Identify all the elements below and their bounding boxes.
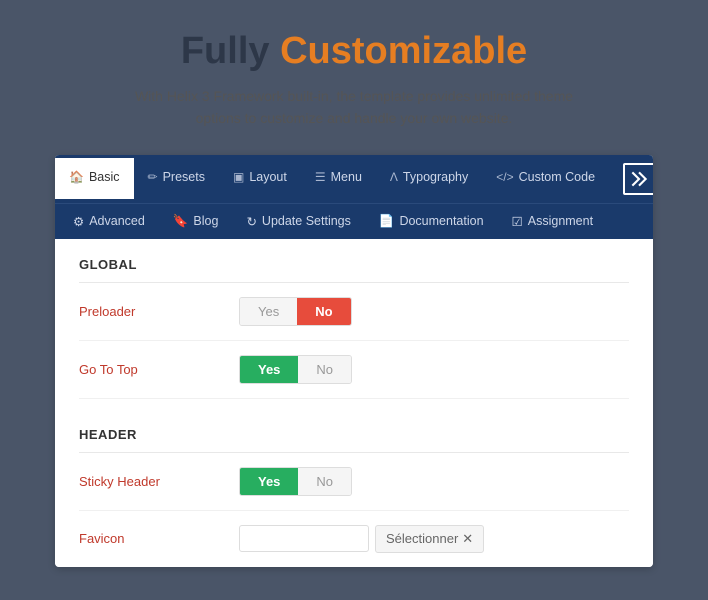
tab-menu[interactable]: ☰ Menu — [301, 158, 376, 199]
nav-top: 🏠 Basic ✏ Presets ▣ Layout ☰ Menu Λ Typo… — [55, 155, 653, 203]
helix-logo: HELIX3 FRAMEWORK — [609, 155, 653, 203]
typography-icon: Λ — [390, 170, 398, 184]
favicon-select-label: Sélectionner — [386, 531, 458, 546]
tab-typography[interactable]: Λ Typography — [376, 158, 482, 199]
go-to-top-row: Go To Top Yes No — [79, 341, 629, 399]
chevron-down-icon: ✕ — [462, 531, 473, 547]
gear-icon: ⚙ — [73, 214, 84, 229]
tab-basic[interactable]: 🏠 Basic — [55, 158, 134, 199]
hero-title: Fully Customizable — [20, 30, 688, 73]
sticky-header-label: Sticky Header — [79, 474, 239, 489]
header-section-title: HEADER — [79, 427, 629, 453]
helix-logo-icon — [623, 163, 653, 195]
sticky-header-row: Sticky Header Yes No — [79, 453, 629, 511]
tab-presets[interactable]: ✏ Presets — [134, 158, 219, 199]
sticky-header-yes-button[interactable]: Yes — [240, 468, 298, 495]
menu-icon: ☰ — [315, 170, 326, 184]
go-to-top-label: Go To Top — [79, 362, 239, 377]
tab-update-settings[interactable]: ↻ Update Settings — [232, 204, 364, 239]
doc-icon: 📄 — [379, 214, 395, 229]
preloader-row: Preloader Yes No — [79, 283, 629, 341]
monitor-icon: ▣ — [233, 170, 244, 184]
preloader-label: Preloader — [79, 304, 239, 319]
code-icon: </> — [496, 170, 513, 184]
pencil-icon: ✏ — [148, 170, 158, 184]
content-area: GLOBAL Preloader Yes No Go To Top Yes No… — [55, 239, 653, 567]
home-icon: 🏠 — [69, 170, 84, 184]
nav-bottom: ⚙ Advanced 🔖 Blog ↻ Update Settings 📄 Do… — [55, 203, 653, 239]
tab-blog[interactable]: 🔖 Blog — [159, 204, 233, 239]
header-section: HEADER Sticky Header Yes No Favicon Séle… — [55, 409, 653, 567]
tab-documentation[interactable]: 📄 Documentation — [365, 204, 498, 239]
tab-assignment[interactable]: ☑ Assignment — [498, 204, 608, 239]
tab-layout[interactable]: ▣ Layout — [219, 158, 301, 199]
preloader-no-button[interactable]: No — [297, 298, 350, 325]
preloader-toggle: Yes No — [239, 297, 352, 326]
main-panel: 🏠 Basic ✏ Presets ▣ Layout ☰ Menu Λ Typo… — [55, 155, 653, 567]
check-icon: ☑ — [512, 214, 523, 229]
hero-title-highlight: Customizable — [280, 30, 527, 72]
hero-title-normal: Fully — [181, 30, 270, 72]
favicon-select-button[interactable]: Sélectionner ✕ — [375, 525, 484, 553]
favicon-row: Favicon Sélectionner ✕ — [79, 511, 629, 567]
nav-top-items: 🏠 Basic ✏ Presets ▣ Layout ☰ Menu Λ Typo… — [55, 158, 609, 199]
go-to-top-yes-button[interactable]: Yes — [240, 356, 298, 383]
bookmark-icon: 🔖 — [173, 214, 189, 229]
tab-advanced[interactable]: ⚙ Advanced — [59, 204, 159, 239]
go-to-top-toggle: Yes No — [239, 355, 352, 384]
tab-custom-code[interactable]: </> Custom Code — [482, 158, 609, 199]
preloader-yes-button[interactable]: Yes — [240, 298, 297, 325]
global-section: GLOBAL Preloader Yes No Go To Top Yes No — [55, 239, 653, 399]
go-to-top-no-button[interactable]: No — [298, 356, 351, 383]
global-section-title: GLOBAL — [79, 257, 629, 283]
sticky-header-toggle: Yes No — [239, 467, 352, 496]
favicon-label: Favicon — [79, 531, 239, 546]
hero-section: Fully Customizable With Helix 3 Framewor… — [0, 0, 708, 155]
sticky-header-no-button[interactable]: No — [298, 468, 351, 495]
refresh-icon: ↻ — [246, 214, 256, 229]
favicon-input[interactable] — [239, 525, 369, 552]
hero-subtitle: With Helix 3 Framework built-in, the tem… — [114, 85, 594, 130]
